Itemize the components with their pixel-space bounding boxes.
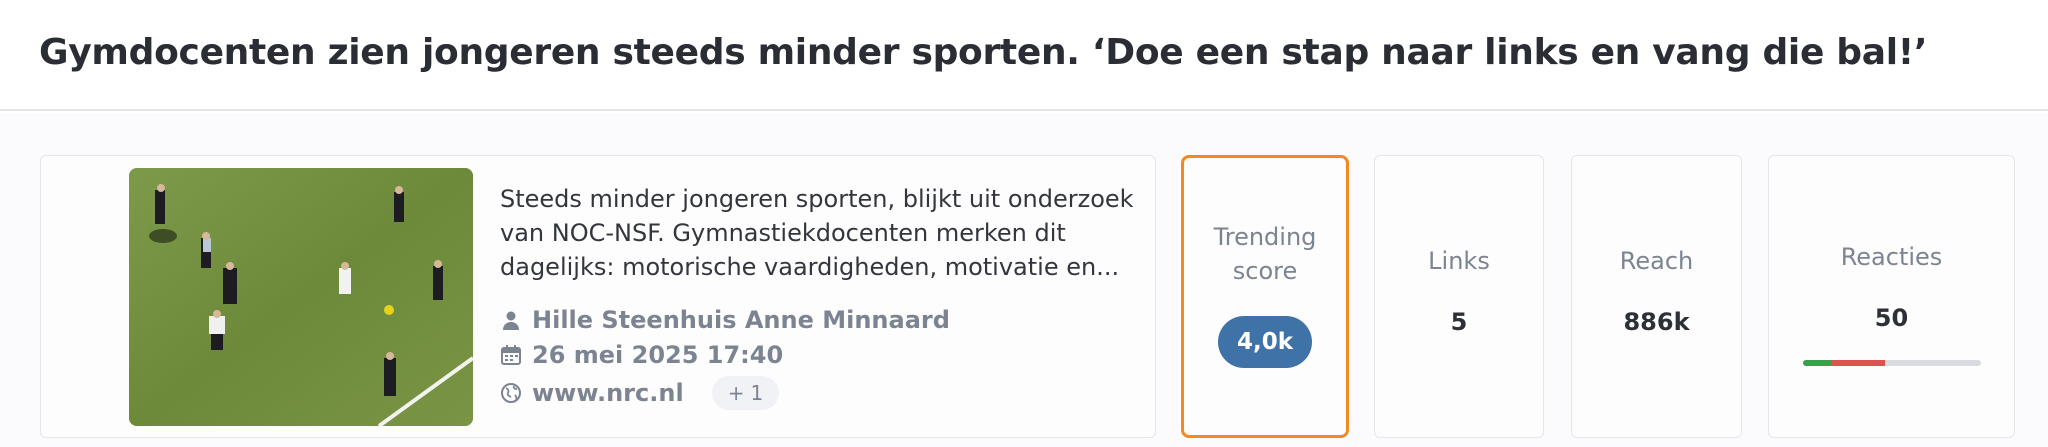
reacties-value: 50: [1874, 304, 1909, 332]
article-summary: Steeds minder jongeren sporten, blijkt u…: [500, 185, 1134, 281]
article-date: 26 mei 2025 17:40: [532, 341, 784, 369]
reach-value: 886k: [1623, 308, 1690, 336]
reach-card[interactable]: Reach 886k: [1571, 155, 1742, 438]
globe-icon: [500, 382, 522, 404]
article-card[interactable]: Steeds minder jongeren sporten, blijkt u…: [40, 155, 1156, 438]
trending-score-label: Trending score: [1213, 223, 1317, 285]
football-field-image: [129, 168, 473, 426]
more-sources-button[interactable]: + 1: [711, 376, 780, 410]
sentiment-bar: [1803, 360, 1981, 366]
sentiment-positive-segment: [1803, 360, 1832, 366]
reacties-card[interactable]: Reacties 50: [1768, 155, 2015, 438]
article-source-link[interactable]: www.nrc.nl: [532, 379, 684, 407]
page-header: Gymdocenten zien jongeren steeds minder …: [0, 0, 2048, 111]
links-value: 5: [1450, 308, 1468, 336]
article-authors: Hille Steenhuis Anne Minnaard: [532, 306, 950, 334]
links-card[interactable]: Links 5: [1374, 155, 1544, 438]
trending-score-badge: 4,0k: [1218, 316, 1312, 368]
calendar-icon: [500, 344, 522, 366]
reacties-label: Reacties: [1840, 243, 1943, 271]
trending-score-card[interactable]: Trending score 4,0k: [1181, 155, 1349, 438]
source-row: www.nrc.nl + 1: [500, 376, 780, 410]
links-label: Links: [1428, 247, 1490, 275]
author-row: Hille Steenhuis Anne Minnaard: [500, 306, 950, 334]
date-row: 26 mei 2025 17:40: [500, 341, 783, 369]
sentiment-negative-segment: [1831, 360, 1885, 366]
more-sources-count: 1: [750, 381, 764, 405]
article-thumbnail[interactable]: [129, 168, 473, 426]
plus-icon: +: [727, 381, 745, 405]
reach-label: Reach: [1619, 247, 1694, 275]
person-icon: [500, 309, 522, 331]
article-title: Gymdocenten zien jongeren steeds minder …: [39, 32, 1928, 73]
